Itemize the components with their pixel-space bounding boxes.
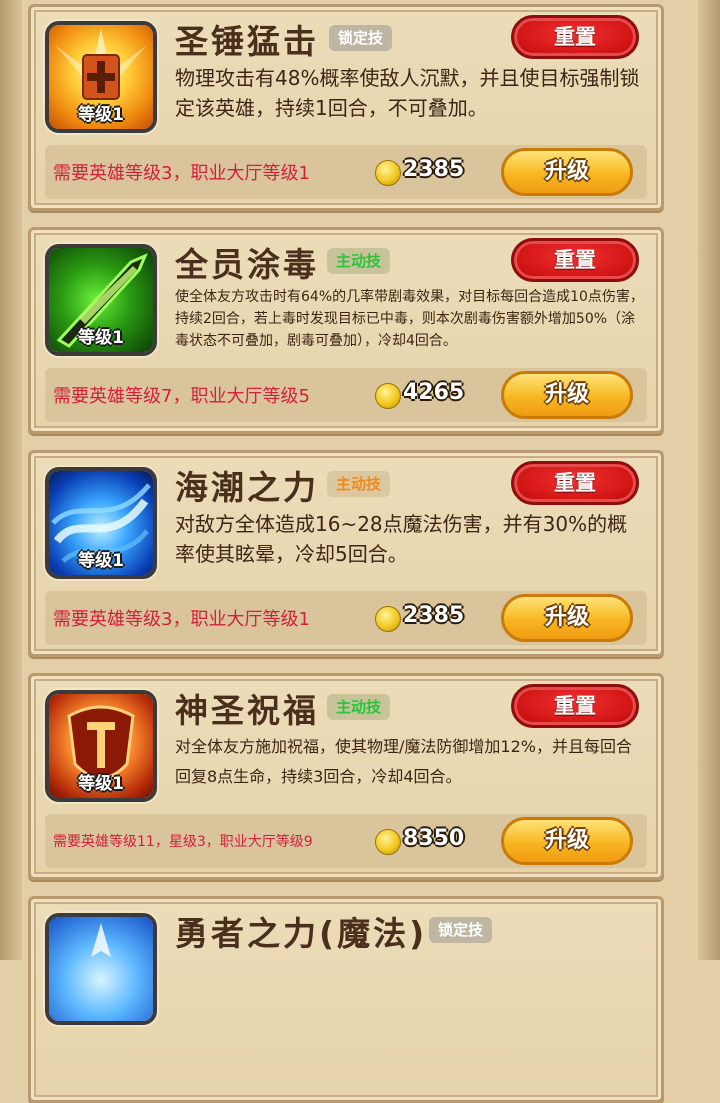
skill-description: 对敌方全体造成16~28点魔法伤害，并有30%的概率使其眩晕，冷却5回合。 (175, 512, 628, 566)
requirement-bar: 需要英雄等级7，职业大厅等级5 4265 升级 (45, 368, 647, 422)
skill-name: 圣锤猛击 (175, 22, 319, 61)
background-right-edge (698, 0, 720, 960)
skill-name: 全员涂毒 (175, 245, 319, 284)
reset-button[interactable]: 重置 (511, 238, 639, 282)
skill-card: 等级1 全员涂毒 主动技 重置 使全体友方攻击时有64%的几率带剧毒效果，对目标… (28, 227, 664, 434)
upgrade-cost: 4265 (403, 380, 465, 405)
upgrade-button[interactable]: 升级 (501, 148, 633, 196)
reset-button[interactable]: 重置 (511, 684, 639, 728)
skill-type-badge: 主动技 (327, 694, 391, 720)
holy-armor-icon[interactable]: 等级1 (45, 690, 157, 802)
skill-card: 等级1 神圣祝福 主动技 重置 对全体友方施加祝福，使其物理/魔法防御增加12%… (28, 673, 664, 880)
requirement-text: 需要英雄等级7，职业大厅等级5 (53, 386, 310, 407)
skill-name: 海潮之力 (175, 468, 319, 507)
tide-wave-icon[interactable]: 等级1 (45, 467, 157, 579)
skill-description: 使全体友方攻击时有64%的几率带剧毒效果，对目标每回合造成10点伤害，持续2回合… (175, 289, 644, 349)
requirement-bar: 需要英雄等级11，星级3，职业大厅等级9 8350 升级 (45, 814, 647, 868)
skill-type-badge: 锁定技 (329, 25, 393, 51)
upgrade-cost: 2385 (403, 157, 465, 182)
skill-type-badge: 主动技 (327, 471, 391, 497)
skill-name: 勇者之力(魔法) (175, 914, 428, 953)
skill-level: 等级1 (78, 551, 124, 571)
skill-level: 等级1 (78, 105, 124, 125)
skill-card: 勇者之力(魔法) 锁定技 (28, 896, 664, 1103)
requirement-bar: 需要英雄等级3，职业大厅等级1 2385 升级 (45, 145, 647, 199)
skill-level: 等级1 (78, 774, 124, 794)
reset-button[interactable]: 重置 (511, 15, 639, 59)
skill-description: 物理攻击有48%概率使敌人沉默，并且使目标强制锁定该英雄，持续1回合，不可叠加。 (175, 66, 640, 120)
gold-coin-icon (375, 383, 401, 409)
skill-level: 等级1 (78, 328, 124, 348)
gold-coin-icon (375, 606, 401, 632)
background-left-edge (0, 0, 22, 960)
gold-coin-icon (375, 160, 401, 186)
requirement-text: 需要英雄等级3，职业大厅等级1 (53, 163, 310, 184)
upgrade-cost: 8350 (403, 826, 465, 851)
upgrade-button[interactable]: 升级 (501, 594, 633, 642)
skill-card: 等级1 海潮之力 主动技 重置 对敌方全体造成16~28点魔法伤害，并有30%的… (28, 450, 664, 657)
requirement-text: 需要英雄等级11，星级3，职业大厅等级9 (53, 834, 313, 850)
skill-type-badge: 主动技 (327, 248, 391, 274)
requirement-bar: 需要英雄等级3，职业大厅等级1 2385 升级 (45, 591, 647, 645)
upgrade-cost: 2385 (403, 603, 465, 628)
skill-description: 对全体友方施加祝福，使其物理/魔法防御增加12%，并且每回合回复8点生命，持续3… (175, 737, 632, 786)
skill-card: 等级1 圣锤猛击 锁定技 重置 物理攻击有48%概率使敌人沉默，并且使目标强制锁… (28, 4, 664, 211)
hammer-strike-icon[interactable]: 等级1 (45, 21, 157, 133)
poison-blade-icon[interactable]: 等级1 (45, 244, 157, 356)
reset-button[interactable]: 重置 (511, 461, 639, 505)
skill-name: 神圣祝福 (175, 691, 319, 730)
upgrade-button[interactable]: 升级 (501, 817, 633, 865)
brave-power-icon[interactable] (45, 913, 157, 1025)
skill-type-badge: 锁定技 (429, 917, 493, 943)
requirement-text: 需要英雄等级3，职业大厅等级1 (53, 609, 310, 630)
gold-coin-icon (375, 829, 401, 855)
upgrade-button[interactable]: 升级 (501, 371, 633, 419)
